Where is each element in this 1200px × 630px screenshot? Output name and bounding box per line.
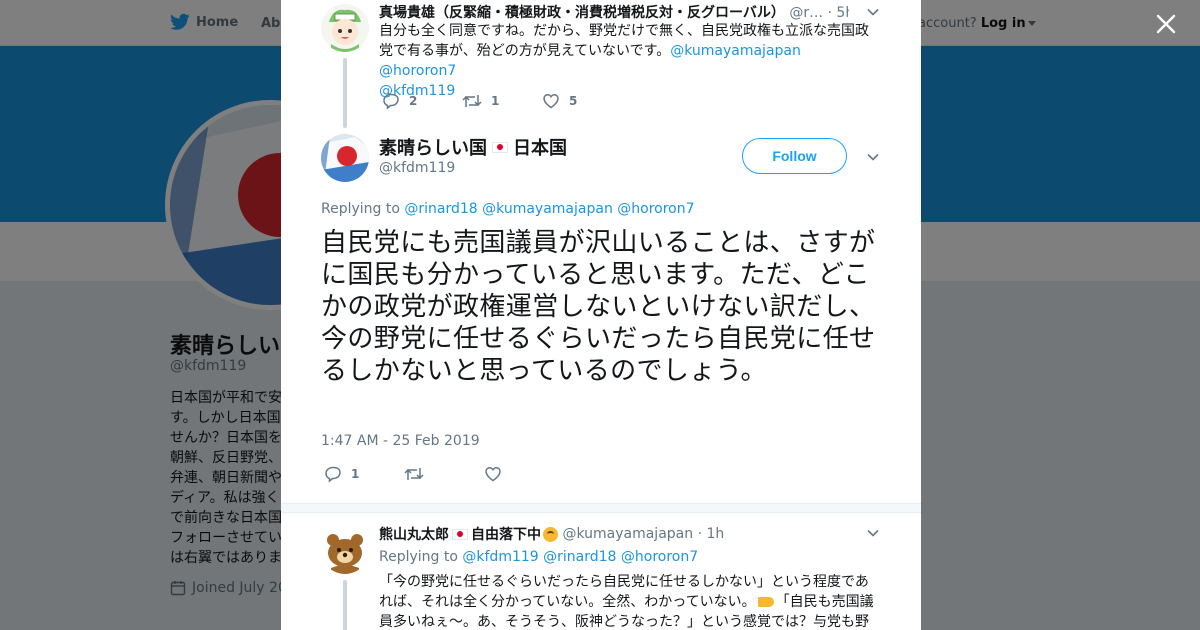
thread-connector-line bbox=[343, 58, 347, 128]
tweet-2-name-part: 素晴らしい国 bbox=[379, 138, 487, 159]
mention-link[interactable]: @kumayamajapan bbox=[670, 43, 801, 59]
tweet-2-timestamp[interactable]: 1:47 AM - 25 Feb 2019 bbox=[321, 433, 480, 449]
chevron-down-icon[interactable] bbox=[866, 526, 880, 540]
tweet-1-text-line: 党で有る事が、殆どの方が見えていないです。 bbox=[379, 43, 671, 59]
tweet-3-avatar[interactable] bbox=[321, 526, 369, 574]
tweet-2-name-part: 日本国 bbox=[513, 138, 567, 159]
reply-count: 2 bbox=[409, 94, 418, 108]
tweet-1-text-line: 自分も全く同意ですね。だから、野党だけで無く、自民党政権も立派な売国政 bbox=[379, 23, 869, 39]
replying-prefix: Replying to bbox=[321, 201, 400, 217]
japan-flag-icon bbox=[492, 141, 508, 153]
tweet-2-avatar[interactable] bbox=[321, 134, 369, 182]
chevron-down-icon[interactable] bbox=[866, 150, 880, 164]
close-icon[interactable] bbox=[1152, 10, 1180, 38]
tweet-1-actions: 2 1 5 bbox=[382, 92, 622, 110]
retweet-icon bbox=[404, 468, 424, 480]
reply-icon bbox=[325, 466, 341, 483]
mention-link[interactable]: @hororon7 bbox=[379, 63, 456, 79]
section-divider bbox=[281, 503, 921, 513]
tweet-2-text: 自民党にも売国議員が沢山いることは、さすがに国民も分かっていると思います。ただ、… bbox=[321, 228, 876, 386]
tweet-3-name-part: 熊山丸太郎 bbox=[379, 527, 449, 543]
tweet-3-author-handle[interactable]: @kumayamajapan bbox=[562, 526, 693, 542]
reply-button[interactable]: 1 bbox=[324, 465, 404, 483]
tweet-1-author-handle[interactable]: @r… bbox=[789, 5, 823, 21]
tweet-3-author-name[interactable]: 熊山丸太郎 自由落下中 bbox=[379, 524, 558, 544]
tweet-3-header: 熊山丸太郎 自由落下中 @kumayamajapan · 1h bbox=[379, 524, 724, 544]
tweet-3-replying-to: Replying to @kfdm119 @rinard18 @hororon7 bbox=[379, 549, 698, 565]
retweet-icon bbox=[462, 95, 482, 107]
japan-flag-avatar-icon bbox=[321, 134, 369, 182]
like-icon bbox=[485, 466, 501, 482]
tweet-1-header: 真場貴雄（反緊縮・積極財政・消費税増税反対・反グローバル） @r… · 5h bbox=[379, 2, 849, 22]
reply-button[interactable]: 2 bbox=[382, 92, 462, 110]
mention-link[interactable]: @kfdm119 bbox=[462, 549, 538, 565]
like-icon bbox=[543, 93, 559, 109]
tweet-1-time[interactable]: · 5h bbox=[828, 5, 849, 21]
pointing-hand-icon bbox=[757, 597, 774, 607]
tweet-1-author-name[interactable]: 真場貴雄（反緊縮・積極財政・消費税増税反対・反グローバル） bbox=[379, 5, 785, 21]
mention-link[interactable]: @kumayamajapan bbox=[482, 201, 613, 217]
retweet-button[interactable] bbox=[404, 465, 484, 483]
reply-icon bbox=[383, 93, 399, 110]
tweet-3-text-line-2: れば、それは全く分かっていない。全然、わかっていない。 「自民も売国議 bbox=[379, 592, 879, 612]
tweet-3-text-line: 「自民も売国議 bbox=[775, 594, 874, 610]
like-count: 5 bbox=[569, 94, 578, 108]
retweet-button[interactable]: 1 bbox=[462, 92, 542, 110]
reply-count: 1 bbox=[351, 467, 360, 481]
follow-button[interactable]: Follow bbox=[742, 138, 847, 174]
tweet-2-author-name[interactable]: 素晴らしい国 日本国 bbox=[379, 134, 567, 160]
tweet-3-text-line: 「今の野党に任せるぐらいだったら自民党に任せるしかない」という程度であ bbox=[379, 574, 869, 590]
tweet-3-text: 「今の野党に任せるぐらいだったら自民党に任せるしかない」という程度であ れば、そ… bbox=[379, 572, 879, 630]
tweet-2-replying-to: Replying to @rinard18 @kumayamajapan @ho… bbox=[321, 201, 695, 217]
like-button[interactable]: 5 bbox=[542, 92, 622, 110]
tweet-3-name-part: 自由落下中 bbox=[471, 527, 541, 543]
tweet-2-author-handle[interactable]: @kfdm119 bbox=[379, 160, 455, 176]
retweet-count: 1 bbox=[491, 94, 500, 108]
upside-down-face-icon bbox=[543, 526, 558, 542]
tweet-3-time[interactable]: · 1h bbox=[698, 526, 725, 542]
mention-link[interactable]: @hororon7 bbox=[621, 549, 698, 565]
tweet-2-actions: 1 bbox=[324, 465, 564, 483]
chevron-down-icon[interactable] bbox=[866, 5, 880, 19]
bear-avatar-icon bbox=[321, 526, 369, 574]
tweet-1-text: 自分も全く同意ですね。だから、野党だけで無く、自民党政権も立派な売国政 党で有る… bbox=[379, 21, 879, 101]
anime-avatar-icon bbox=[321, 4, 369, 52]
tweet-1-avatar[interactable] bbox=[321, 4, 369, 52]
mention-link[interactable]: @rinard18 bbox=[404, 201, 477, 217]
mention-link[interactable]: @rinard18 bbox=[543, 549, 616, 565]
japan-flag-icon bbox=[452, 528, 468, 540]
mention-link[interactable]: @hororon7 bbox=[617, 201, 694, 217]
thread-connector-line bbox=[343, 580, 347, 630]
replying-prefix: Replying to bbox=[379, 549, 458, 565]
tweet-1-text-line-2: 党で有る事が、殆どの方が見えていないです。@kumayamajapan @hor… bbox=[379, 41, 879, 81]
like-button[interactable] bbox=[484, 465, 564, 483]
tweet-3-text-line: れば、それは全く分かっていない。全然、わかっていない。 bbox=[379, 594, 756, 610]
tweet-modal: 真場貴雄（反緊縮・積極財政・消費税増税反対・反グローバル） @r… · 5h 自… bbox=[281, 0, 921, 630]
tweet-3-text-line: 員多いねぇ～。あ、そうそう、阪神どうなった？」という感覚では？与党も野 bbox=[379, 614, 869, 630]
